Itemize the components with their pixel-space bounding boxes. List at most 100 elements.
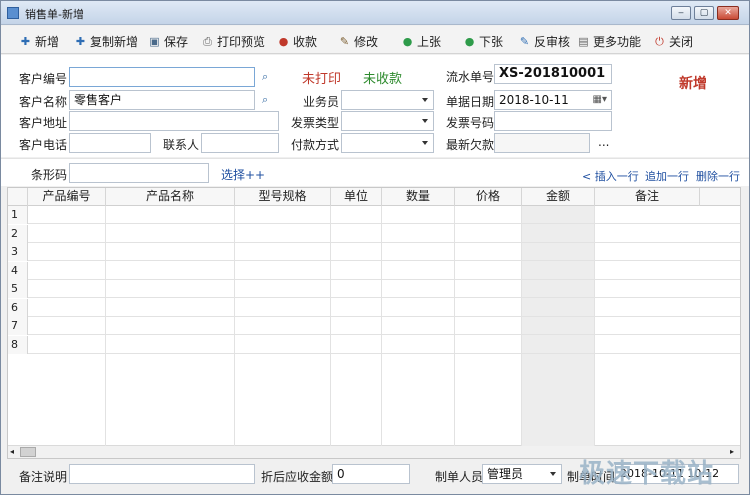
pay-method-label: 付款方式: [291, 138, 340, 152]
column-divider: [594, 206, 595, 446]
row-number-header: [8, 188, 28, 206]
date-label: 单据日期: [446, 95, 495, 109]
invoice-type-select[interactable]: [341, 111, 434, 131]
invoice-type-label: 发票类型: [291, 116, 340, 130]
table-row[interactable]: 6: [8, 298, 740, 317]
latest-debt-label: 最新欠款: [446, 138, 495, 152]
calendar-icon[interactable]: ▦▾: [593, 93, 607, 107]
toolbar-edit-button[interactable]: ✎ 修改: [338, 32, 378, 50]
customer-no-input[interactable]: [69, 67, 255, 87]
row-number: 8: [8, 335, 28, 354]
invoice-no-input[interactable]: [494, 111, 612, 131]
column-header[interactable]: 备注: [595, 188, 700, 206]
toolbar-receive-button[interactable]: ● 收款: [277, 32, 317, 50]
serial-input[interactable]: XS-201810001: [494, 64, 612, 84]
column-divider: [454, 206, 455, 446]
latest-debt-input: [494, 133, 590, 153]
receive-icon: ●: [278, 34, 289, 48]
toolbar-label: 新增: [35, 34, 60, 49]
title-bar: 销售单-新增 ‒ ▢ ✕: [1, 1, 749, 25]
print-status: 未打印: [302, 72, 342, 87]
table-row[interactable]: 4: [8, 261, 740, 280]
column-header[interactable]: 数量: [382, 188, 455, 206]
discount-input[interactable]: 0: [332, 464, 410, 484]
select-product-link[interactable]: 选择++: [221, 166, 265, 183]
insert-row-link[interactable]: < 插入一行: [582, 168, 639, 184]
invoice-no-label: 发票号码: [446, 116, 495, 130]
toolbar-more-button[interactable]: ▤ 更多功能: [577, 32, 641, 50]
scroll-left-icon[interactable]: ◂: [10, 448, 18, 456]
column-divider: [521, 206, 522, 446]
table-row[interactable]: 7: [8, 317, 740, 335]
toolbar-add-button[interactable]: ✚ 新增: [19, 32, 59, 50]
close-window-button[interactable]: ✕: [717, 6, 739, 20]
table-row[interactable]: 5: [8, 280, 740, 298]
customer-name-input[interactable]: 零售客户: [69, 90, 255, 110]
save-icon: ▣: [149, 34, 160, 48]
copy-add-icon: ✚: [75, 34, 86, 48]
close-doc-icon: ⏻: [655, 34, 664, 48]
maximize-button[interactable]: ▢: [694, 6, 714, 20]
toolbar-label: 下张: [479, 34, 504, 49]
phone-label: 客户电话: [19, 138, 68, 152]
table-row[interactable]: 8: [8, 335, 740, 354]
toolbar-label: 更多功能: [593, 34, 642, 49]
contact-input[interactable]: [201, 133, 279, 153]
toolbar-unaudit-button[interactable]: ✎ 反审核: [518, 32, 570, 50]
customer-no-label: 客户编号: [19, 72, 68, 86]
row-number: 6: [8, 298, 28, 317]
table-row[interactable]: 1: [8, 206, 740, 224]
row-number: 5: [8, 280, 28, 298]
phone-input[interactable]: [69, 133, 151, 153]
toolbar-label: 打印预览: [217, 34, 266, 49]
maker-label: 制单人员: [435, 470, 484, 484]
customer-search-icon[interactable]: ⌕: [262, 71, 274, 83]
append-row-link[interactable]: 追加一行: [645, 168, 689, 184]
column-header[interactable]: 型号规格: [235, 188, 331, 206]
column-divider: [330, 206, 331, 446]
scroll-thumb[interactable]: [20, 447, 36, 457]
delete-row-link[interactable]: 删除一行: [696, 168, 740, 184]
salesman-select[interactable]: [341, 90, 434, 110]
print-icon: ⎙: [203, 34, 212, 48]
note-label: 备注说明: [19, 470, 68, 484]
edit-icon: ✎: [339, 34, 350, 48]
app-icon: [7, 7, 19, 19]
column-header[interactable]: 价格: [455, 188, 522, 206]
column-header[interactable]: 产品名称: [106, 188, 235, 206]
scroll-right-icon[interactable]: ▸: [730, 448, 738, 456]
table-row[interactable]: 2: [8, 224, 740, 243]
customer-name-search-icon[interactable]: ⌕: [262, 94, 274, 106]
barcode-input[interactable]: [69, 163, 209, 183]
column-header[interactable]: 金额: [522, 188, 595, 206]
note-input[interactable]: [69, 464, 255, 484]
toolbar-save-button[interactable]: ▣ 保存: [148, 32, 188, 50]
toolbar-close-doc-button[interactable]: ⏻ 关闭: [653, 32, 693, 50]
minimize-button[interactable]: ‒: [671, 6, 691, 20]
date-input[interactable]: 2018-10-11 ▦▾: [494, 90, 612, 110]
unaudit-icon: ✎: [519, 34, 530, 48]
next-icon: ●: [464, 34, 475, 48]
grid-header: 产品编号 产品名称 型号规格 单位 数量 价格 金额 备注: [8, 188, 740, 206]
discount-label: 折后应收金额: [261, 470, 334, 484]
debt-more-button[interactable]: ...: [598, 135, 609, 149]
toolbar-next-button[interactable]: ● 下张: [463, 32, 503, 50]
toolbar-label: 上张: [417, 34, 442, 49]
row-number: 4: [8, 261, 28, 280]
toolbar-print-button[interactable]: ⎙ 打印预览: [201, 32, 265, 50]
toolbar-copy-add-button[interactable]: ✚ 复制新增: [74, 32, 138, 50]
barcode-label: 条形码: [31, 168, 68, 182]
pay-method-select[interactable]: [341, 133, 434, 153]
toolbar-prev-button[interactable]: ● 上张: [401, 32, 441, 50]
toolbar-label: 反审核: [534, 34, 571, 49]
prev-icon: ●: [402, 34, 413, 48]
address-input[interactable]: [69, 111, 279, 131]
table-row[interactable]: 3: [8, 243, 740, 261]
mode-badge: 新增: [679, 76, 707, 92]
sales-order-window: 销售单-新增 ‒ ▢ ✕ ✚ 新增 ✚ 复制新增 ▣ 保存 ⎙ 打印预览 ● 收款 ✎ 修改 ● 上张 ● 下…: [0, 0, 750, 495]
column-divider: [381, 206, 382, 446]
column-header[interactable]: 单位: [331, 188, 382, 206]
column-header[interactable]: 产品编号: [28, 188, 106, 206]
column-divider: [105, 206, 106, 446]
maker-select[interactable]: 管理员: [482, 464, 562, 484]
